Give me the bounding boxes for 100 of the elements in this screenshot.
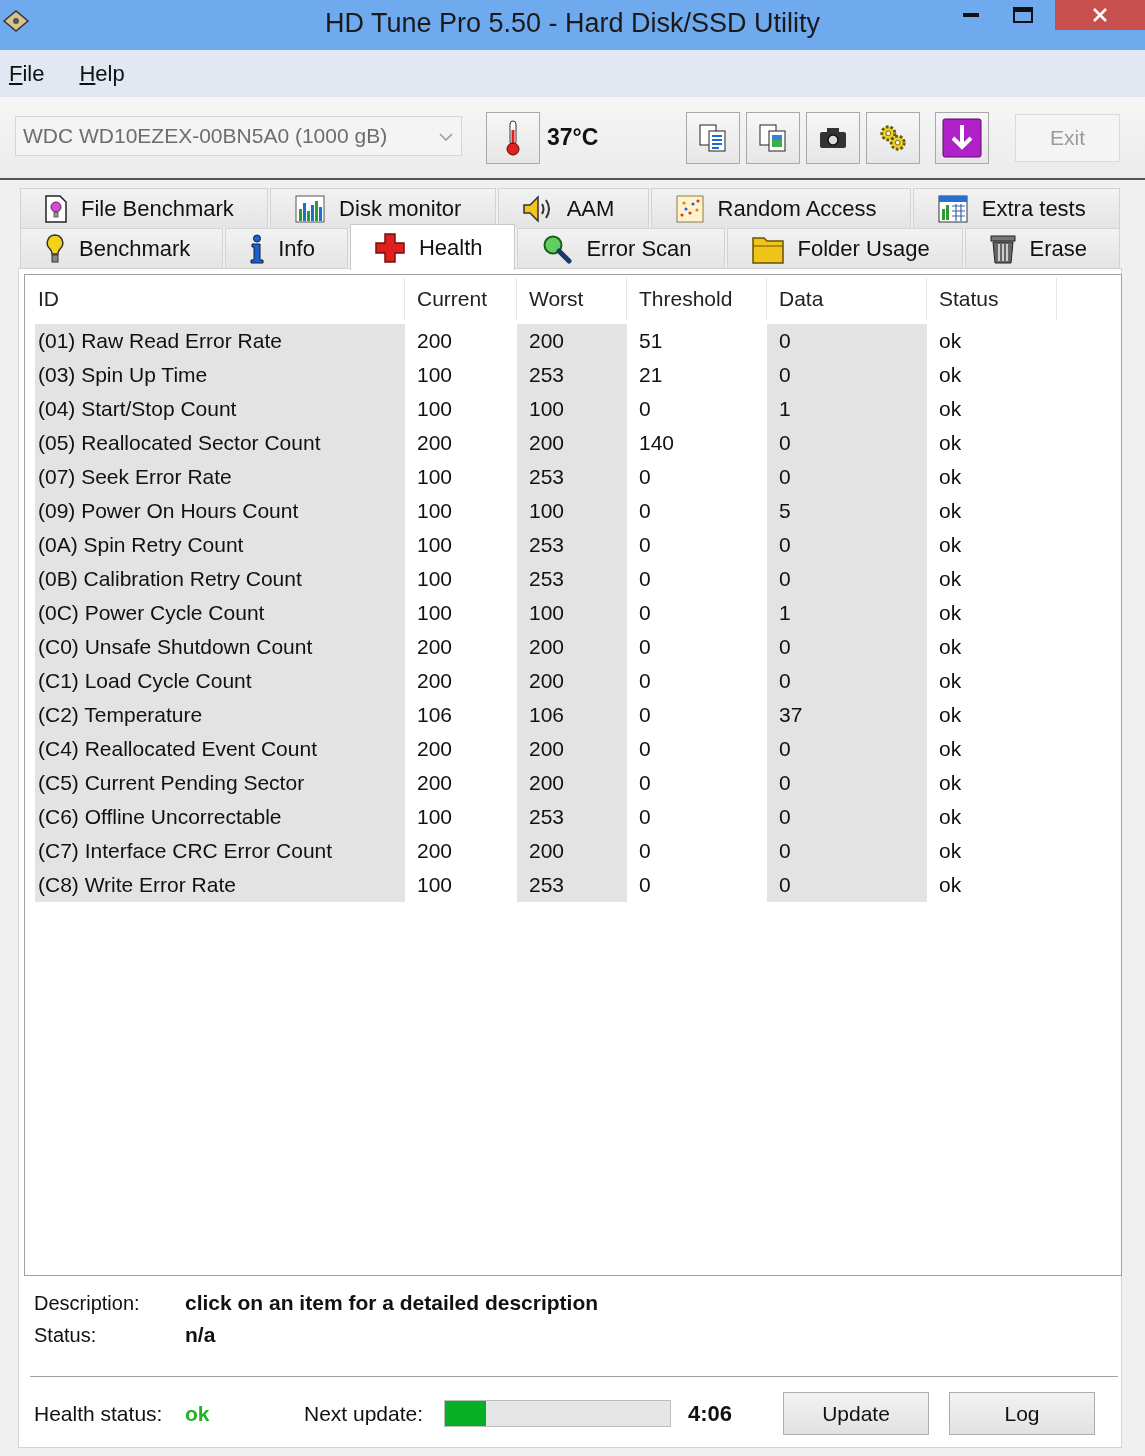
table-cell-text: ok <box>938 566 963 592</box>
table-cell: 0 <box>767 800 927 834</box>
column-header[interactable]: Worst <box>517 278 627 320</box>
table-cell: (0B) Calibration Retry Count <box>35 562 405 596</box>
tab[interactable]: File Benchmark <box>20 188 269 228</box>
table-cell-text: ok <box>938 702 963 728</box>
grid-window-icon <box>937 194 968 223</box>
table-cell-text: ok <box>938 532 963 558</box>
table-cell-text: 51 <box>638 328 664 354</box>
column-header[interactable]: Data <box>767 278 927 320</box>
copy-picture-button[interactable] <box>746 111 800 164</box>
table-cell-text: 100 <box>416 464 454 490</box>
tab[interactable]: Folder Usage <box>726 228 963 268</box>
table-cell-text: 100 <box>416 532 454 558</box>
table-cell: 0 <box>767 664 927 698</box>
table-cell-text: 200 <box>416 736 454 762</box>
speaker-icon <box>522 194 553 223</box>
table-cell: 0 <box>767 630 927 664</box>
table-cell: 253 <box>517 868 627 902</box>
table-cell: 0 <box>767 834 927 868</box>
table-cell: 37 <box>767 698 927 732</box>
table-cell: 200 <box>517 766 627 800</box>
table-cell: (C8) Write Error Rate <box>35 868 405 902</box>
action-button[interactable]: Update <box>783 1392 929 1435</box>
table-cell: 200 <box>517 324 627 358</box>
download-button[interactable] <box>935 111 989 164</box>
download-icon <box>942 117 982 158</box>
table-cell: (C6) Offline Uncorrectable <box>35 800 405 834</box>
menu-item[interactable]: Help <box>76 58 128 89</box>
column-header[interactable]: Current <box>405 278 517 320</box>
table-cell: 200 <box>517 630 627 664</box>
column-header[interactable]: ID <box>35 278 405 320</box>
table-cell: (05) Reallocated Sector Count <box>35 426 405 460</box>
countdown-timer: 4:06 <box>687 1400 734 1427</box>
table-cell-text: ok <box>938 328 963 354</box>
table-cell-text: 100 <box>416 804 454 830</box>
column-header[interactable]: Threshold <box>627 278 767 320</box>
table-cell: 253 <box>517 460 627 494</box>
maximize-icon <box>1013 7 1033 23</box>
table-cell: 0 <box>767 766 927 800</box>
tab[interactable]: Random Access <box>650 188 911 228</box>
table-cell: 100 <box>517 392 627 426</box>
table-cell-text: 100 <box>416 600 454 626</box>
tab[interactable]: Disk monitor <box>270 188 496 228</box>
window-title: HD Tune Pro 5.50 - Hard Disk/SSD Utility <box>324 7 821 40</box>
column-header[interactable]: Status <box>927 278 1057 320</box>
table-cell-text: ok <box>938 362 963 388</box>
table-cell-text: 0 <box>638 464 652 490</box>
gears-icon <box>878 122 908 153</box>
thermometer-icon <box>505 119 521 156</box>
table-cell-text: 200 <box>416 668 454 694</box>
table-cell: (C0) Unsafe Shutdown Count <box>35 630 405 664</box>
tab[interactable]: Health <box>349 224 516 270</box>
screenshot-button[interactable] <box>806 111 860 164</box>
temperature-button[interactable] <box>486 111 540 164</box>
table-cell-text: ok <box>938 430 963 456</box>
table-cell-text: ok <box>938 600 963 626</box>
table-cell: (C1) Load Cycle Count <box>35 664 405 698</box>
table-cell-text: 100 <box>416 362 454 388</box>
table-cell-text: 100 <box>416 566 454 592</box>
tab[interactable]: Benchmark <box>20 228 224 268</box>
table-cell-text: 0 <box>638 770 652 796</box>
table-cell-text: ok <box>938 498 963 524</box>
bar-chart-icon <box>295 194 326 223</box>
caret-icon <box>439 132 453 141</box>
table-cell-text: 106 <box>416 702 454 728</box>
table-cell-text: 0 <box>638 838 652 864</box>
table-cell-text: 0 <box>638 498 652 524</box>
table-cell: (C2) Temperature <box>35 698 405 732</box>
next-update-label: Next update: <box>304 1401 425 1426</box>
table-cell: 100 <box>517 494 627 528</box>
table-cell-text: ok <box>938 464 963 490</box>
action-button[interactable]: Log <box>949 1392 1095 1435</box>
table-cell: 253 <box>517 358 627 392</box>
search-icon <box>542 233 573 264</box>
table-cell: 0 <box>767 732 927 766</box>
table-cell-text: 200 <box>416 634 454 660</box>
table-cell: 1 <box>767 596 927 630</box>
close-button[interactable] <box>1055 0 1145 30</box>
table-cell: (0A) Spin Retry Count <box>35 528 405 562</box>
tab[interactable]: Info <box>225 228 348 268</box>
table-cell-text: 0 <box>638 668 652 694</box>
menu-item[interactable]: File <box>6 58 48 89</box>
copy-picture-icon <box>758 122 788 153</box>
tab[interactable]: Extra tests <box>912 188 1120 228</box>
tab[interactable]: Erase <box>964 228 1120 268</box>
minimize-icon <box>963 13 979 17</box>
table-cell-text: 0 <box>638 396 652 422</box>
tab[interactable]: Error Scan <box>517 228 725 268</box>
table-cell-text: 200 <box>416 838 454 864</box>
table-cell-text: 0 <box>638 634 652 660</box>
status-label: Status: <box>34 1323 98 1347</box>
table-cell-text: ok <box>938 804 963 830</box>
table-cell: (0C) Power Cycle Count <box>35 596 405 630</box>
copy-text-button[interactable] <box>686 111 740 164</box>
tab[interactable]: AAM <box>497 188 649 228</box>
table-cell: 0 <box>767 562 927 596</box>
table-cell-text: 0 <box>638 532 652 558</box>
options-button[interactable] <box>866 111 920 164</box>
table-cell-text: 0 <box>638 804 652 830</box>
